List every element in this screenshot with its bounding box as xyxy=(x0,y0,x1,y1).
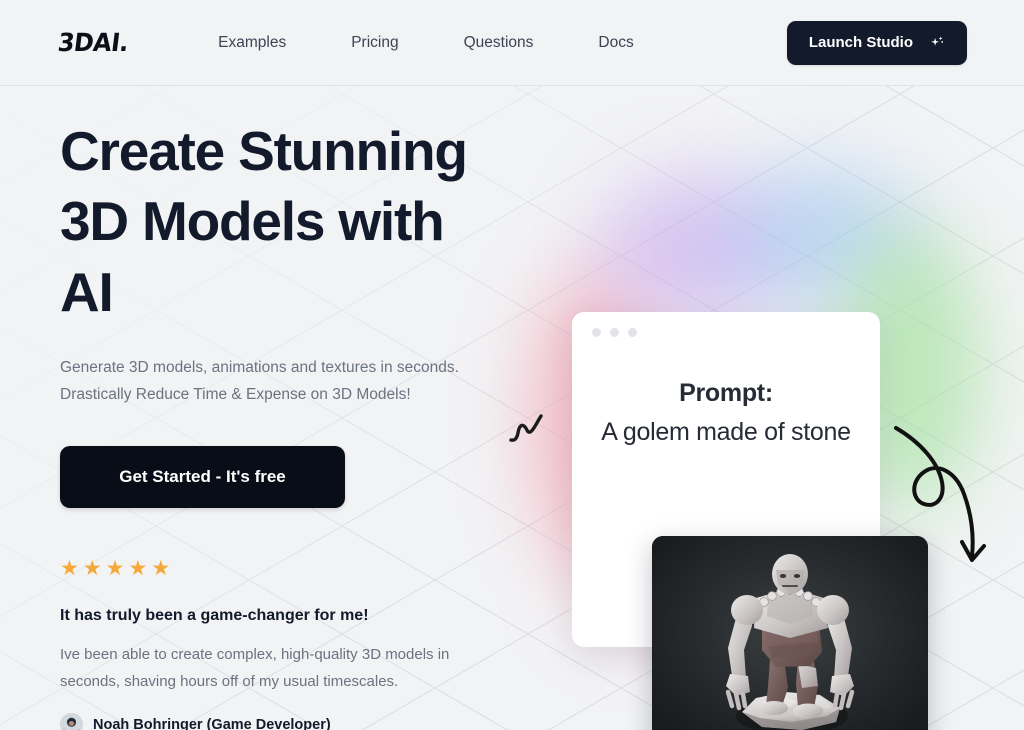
brand-logo[interactable]: 3DAI. xyxy=(56,28,130,57)
site-header: 3DAI. Examples Pricing Questions Docs La… xyxy=(0,0,1024,86)
hero-copy-column: Create Stunning 3D Models with AI Genera… xyxy=(60,116,540,509)
star-rating: ★ ★ ★ ★ ★ xyxy=(60,558,530,579)
window-dot-icon xyxy=(628,328,637,337)
prompt-text: A golem made of stone xyxy=(601,418,851,446)
sparkles-icon xyxy=(929,35,945,51)
get-started-button[interactable]: Get Started - It's free xyxy=(60,446,345,509)
avatar xyxy=(60,713,83,730)
hero-subtitle: Generate 3D models, animations and textu… xyxy=(60,359,459,403)
main-navigation: Examples Pricing Questions Docs xyxy=(218,34,634,52)
nav-item-docs[interactable]: Docs xyxy=(598,34,633,52)
testimonial-body: Ive been able to create complex, high-qu… xyxy=(60,646,450,690)
glow-blue xyxy=(730,167,920,307)
prompt-block: Prompt: A golem made of stone xyxy=(572,337,880,449)
star-icon: ★ xyxy=(128,557,149,580)
nav-item-examples[interactable]: Examples xyxy=(218,34,286,52)
star-icon: ★ xyxy=(151,557,172,580)
nav-item-questions[interactable]: Questions xyxy=(464,34,534,52)
launch-studio-button[interactable]: Launch Studio xyxy=(786,20,967,65)
testimonial-headline: It has truly been a game-changer for me! xyxy=(60,607,369,624)
brand-logo-text: 3DAI xyxy=(56,28,122,57)
star-icon: ★ xyxy=(60,557,80,580)
launch-studio-label: Launch Studio xyxy=(808,34,913,51)
model-thumbnail xyxy=(652,536,928,730)
nav-item-pricing[interactable]: Pricing xyxy=(351,34,398,52)
window-dot-icon xyxy=(610,328,619,337)
window-dot-icon xyxy=(592,328,601,337)
window-controls xyxy=(572,312,880,337)
prompt-label: Prompt: xyxy=(679,379,773,407)
testimonial-author: Noah Bohringer (Game Developer) xyxy=(60,713,530,730)
testimonial-author-name: Noah Bohringer (Game Developer) xyxy=(93,716,331,730)
brand-logo-dot: . xyxy=(117,28,130,57)
page-title: Create Stunning 3D Models with AI xyxy=(60,120,468,323)
testimonial: ★ ★ ★ ★ ★ It has truly been a game-chang… xyxy=(60,558,530,730)
star-icon: ★ xyxy=(82,557,103,580)
star-icon: ★ xyxy=(105,557,126,580)
glow-purple xyxy=(600,175,790,325)
